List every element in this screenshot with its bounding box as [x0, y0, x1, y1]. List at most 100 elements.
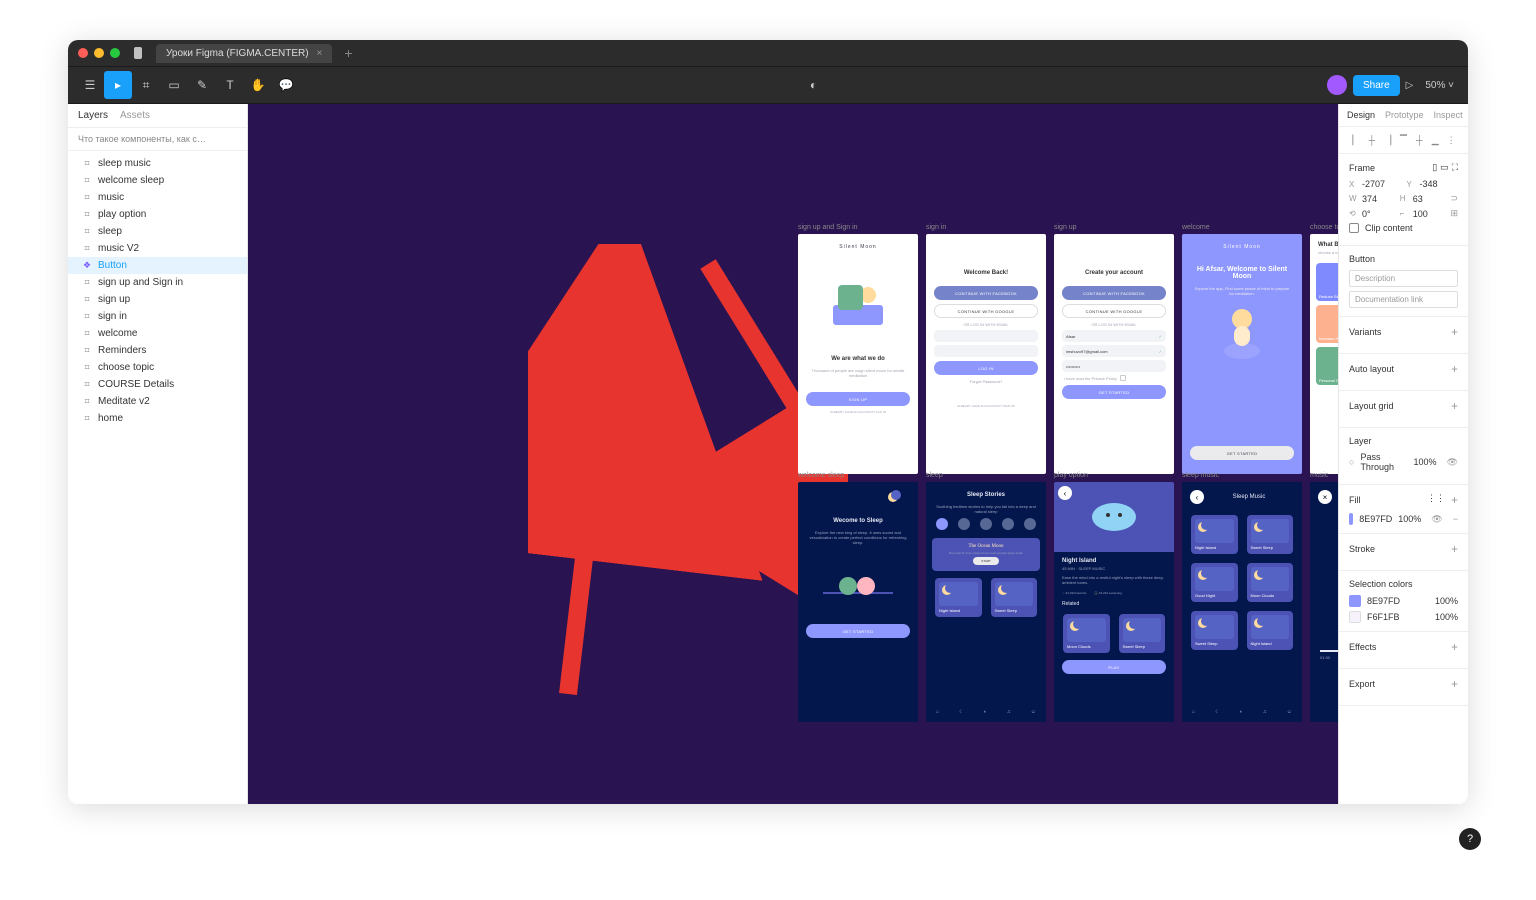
tab-prototype[interactable]: Prototype: [1385, 110, 1424, 126]
user-avatar[interactable]: [1327, 75, 1347, 95]
text-tool[interactable]: T: [216, 71, 244, 99]
button-component[interactable]: SIGN UP: [548, 444, 634, 460]
align-center-v-icon[interactable]: ┼: [1412, 133, 1426, 147]
hand-tool[interactable]: ✋: [244, 71, 272, 99]
fill-remove-icon[interactable]: −: [1453, 514, 1458, 524]
frame-icon: ⌗: [82, 278, 92, 288]
distribute-icon[interactable]: ⋮: [1444, 133, 1458, 147]
add-stroke-button[interactable]: +: [1451, 542, 1458, 556]
layer-welcome[interactable]: ⌗welcome: [68, 325, 247, 342]
artboard-signin[interactable]: sign in Welcome Back! CONTINUE WITH FACE…: [926, 234, 1046, 474]
zoom-level[interactable]: 50% ˅: [1419, 80, 1460, 91]
tab-layers[interactable]: Layers: [78, 110, 108, 127]
file-tab[interactable]: Уроки Figma (FIGMA.CENTER) ×: [156, 44, 332, 63]
layer-sleep[interactable]: ⌗sleep: [68, 223, 247, 240]
tab-design[interactable]: Design: [1347, 110, 1375, 126]
layer-music-v2[interactable]: ⌗music V2: [68, 240, 247, 257]
frame-h[interactable]: 63: [1413, 194, 1423, 204]
align-top-icon[interactable]: ▔: [1397, 133, 1411, 147]
blend-mode[interactable]: Pass Through: [1360, 452, 1407, 472]
layer-music[interactable]: ⌗music: [68, 189, 247, 206]
tab-assets[interactable]: Assets: [120, 110, 150, 127]
doclink-input[interactable]: Documentation link: [1349, 291, 1458, 308]
add-tab-button[interactable]: +: [344, 45, 352, 61]
description-input[interactable]: Description: [1349, 270, 1458, 287]
pen-tool[interactable]: ✎: [188, 71, 216, 99]
layer-sleep-music[interactable]: ⌗sleep music: [68, 155, 247, 172]
layer-opacity[interactable]: 100%: [1414, 457, 1437, 467]
clip-content-checkbox[interactable]: [1349, 223, 1359, 233]
fill-visibility-icon[interactable]: 👁: [1431, 514, 1442, 525]
selected-component[interactable]: Button SIGN UP 374 × 63: [548, 444, 634, 460]
align-right-icon[interactable]: ▕: [1381, 133, 1395, 147]
frame-landscape-icon[interactable]: ▭: [1440, 162, 1449, 173]
frame-x[interactable]: -2707: [1362, 179, 1385, 189]
maximize-window-icon[interactable]: [110, 48, 120, 58]
frame-icon: ⌗: [82, 397, 92, 407]
frame-fit-icon[interactable]: ⛶: [1452, 162, 1458, 173]
add-fill-button[interactable]: +: [1451, 493, 1458, 507]
add-variant-button[interactable]: +: [1451, 325, 1458, 339]
artboard-play-option[interactable]: play option ‹ Night Island 45 MIN · SLEE…: [1054, 482, 1174, 722]
resize-handle-bl[interactable]: [545, 456, 552, 463]
selection-dimensions: 374 × 63: [570, 464, 611, 477]
frame-tool[interactable]: ⌗: [132, 71, 160, 99]
artboard-signup-signin[interactable]: sign up and Sign in Silent Moon We are w…: [798, 234, 918, 474]
move-tool[interactable]: ▸: [104, 71, 132, 99]
layoutgrid-section: Layout grid+: [1339, 391, 1468, 428]
fill-opacity[interactable]: 100%: [1398, 514, 1421, 524]
resize-handle-tr[interactable]: [630, 441, 637, 448]
layer-home[interactable]: ⌗home: [68, 410, 247, 427]
align-center-h-icon[interactable]: ┼: [1365, 133, 1379, 147]
page-selector[interactable]: Что такое компоненты, как с…: [68, 128, 247, 151]
add-effect-button[interactable]: +: [1451, 640, 1458, 654]
frame-rotation[interactable]: 0°: [1362, 209, 1371, 219]
constrain-icon[interactable]: ⊃: [1450, 193, 1458, 204]
share-button[interactable]: Share: [1353, 75, 1400, 96]
layer-play-option[interactable]: ⌗play option: [68, 206, 247, 223]
fill-hex[interactable]: 8E97FD: [1359, 514, 1392, 524]
layer-meditate-v2[interactable]: ⌗Meditate v2: [68, 393, 247, 410]
fill-swatch[interactable]: [1349, 513, 1353, 525]
artboard-welcome-sleep[interactable]: welcome sleep Wecome to Sleep Explore th…: [798, 482, 918, 722]
color-profile-icon[interactable]: ◐: [799, 71, 827, 99]
layer-welcome-sleep[interactable]: ⌗welcome sleep: [68, 172, 247, 189]
frame-portrait-icon[interactable]: ▯: [1432, 162, 1437, 173]
add-export-button[interactable]: +: [1451, 677, 1458, 691]
tab-inspect[interactable]: Inspect: [1434, 110, 1463, 126]
layer-course-details[interactable]: ⌗COURSE Details: [68, 376, 247, 393]
frame-w[interactable]: 374: [1362, 194, 1377, 204]
visibility-icon[interactable]: 👁: [1447, 457, 1458, 468]
menu-button[interactable]: ☰: [76, 71, 104, 99]
frame-radius[interactable]: 100: [1413, 209, 1428, 219]
add-autolayout-button[interactable]: +: [1451, 362, 1458, 376]
close-tab-icon[interactable]: ×: [317, 48, 323, 59]
artboard-music[interactable]: music × ♡⬇ Night Island SLEEP MUSIC ↺ ❚❚…: [1310, 482, 1338, 722]
corners-icon[interactable]: ⊞: [1450, 208, 1458, 219]
layer-sign-up-and-sign-in[interactable]: ⌗sign up and Sign in: [68, 274, 247, 291]
artboard-sleep-music[interactable]: sleep music ‹Sleep Music Night Island Sw…: [1182, 482, 1302, 722]
close-window-icon[interactable]: [78, 48, 88, 58]
layer-sign-up[interactable]: ⌗sign up: [68, 291, 247, 308]
comment-tool[interactable]: 💬: [272, 71, 300, 99]
canvas[interactable]: Button SIGN UP 374 × 63: [248, 104, 1338, 804]
artboard-choose-topic[interactable]: choose topic What Brings you to Silent M…: [1310, 234, 1338, 474]
rectangle-tool[interactable]: ▭: [160, 71, 188, 99]
align-controls: ▏ ┼ ▕ ▔ ┼ ▁ ⋮: [1339, 127, 1468, 154]
minimize-window-icon[interactable]: [94, 48, 104, 58]
align-left-icon[interactable]: ▏: [1349, 133, 1363, 147]
artboard-sleep[interactable]: sleep Sleep Stories Soothing bedtime sto…: [926, 482, 1046, 722]
add-layoutgrid-button[interactable]: +: [1451, 399, 1458, 413]
artboard-welcome[interactable]: welcome Silent Moon Hi Afsar, Welcome to…: [1182, 234, 1302, 474]
layer-choose-topic[interactable]: ⌗choose topic: [68, 359, 247, 376]
resize-handle-br[interactable]: [630, 456, 637, 463]
artboard-signup[interactable]: sign up Create your account CONTINUE WIT…: [1054, 234, 1174, 474]
align-bottom-icon[interactable]: ▁: [1428, 133, 1442, 147]
help-button[interactable]: ?: [1459, 828, 1481, 850]
layer-sign-in[interactable]: ⌗sign in: [68, 308, 247, 325]
frame-y[interactable]: -348: [1420, 179, 1438, 189]
present-button[interactable]: ▷: [1406, 80, 1414, 91]
layer-reminders[interactable]: ⌗Reminders: [68, 342, 247, 359]
fill-style-icon[interactable]: ⋮⋮: [1427, 493, 1445, 507]
layer-button[interactable]: ❖Button: [68, 257, 247, 274]
